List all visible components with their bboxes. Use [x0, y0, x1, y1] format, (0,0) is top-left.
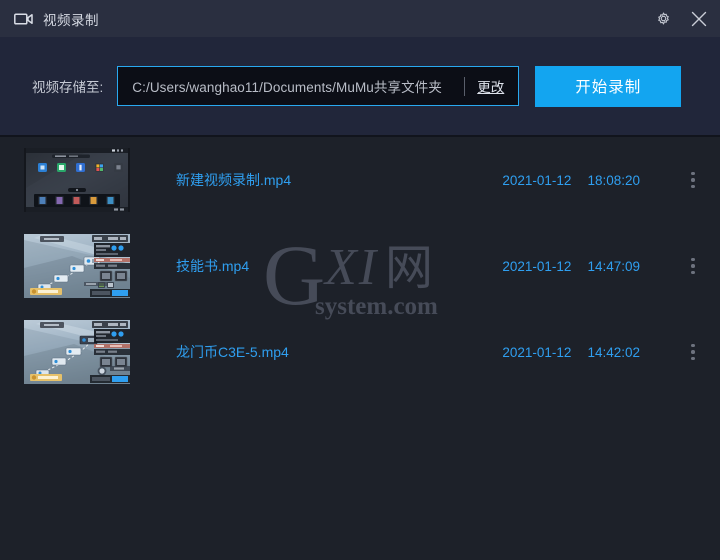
file-time: 14:47:09: [587, 258, 640, 274]
file-time: 14:42:02: [587, 344, 640, 360]
file-time: 18:08:20: [587, 172, 640, 188]
more-vertical-icon[interactable]: [678, 337, 708, 367]
change-path-link[interactable]: 更改: [477, 76, 518, 96]
file-meta-group: 2021-01-12 14:47:09: [502, 251, 720, 281]
table-row[interactable]: 新建视频录制.mp4 2021-01-12 18:08:20: [0, 137, 720, 223]
storage-path-input[interactable]: C:/Users/wanghao11/Documents/MuMu共享文件夹 更…: [117, 66, 520, 106]
video-camera-icon: [14, 12, 33, 26]
file-name-link[interactable]: 龙门币C3E-5.mp4: [176, 342, 289, 362]
more-vertical-icon[interactable]: [678, 251, 708, 281]
game-map-thumbnail[interactable]: [24, 320, 130, 384]
file-name-link[interactable]: 技能书.mp4: [176, 256, 249, 276]
file-date: 2021-01-12: [502, 258, 572, 274]
file-meta-group: 2021-01-12 14:42:02: [502, 337, 720, 367]
file-date: 2021-01-12: [502, 344, 572, 360]
file-name-link[interactable]: 新建视频录制.mp4: [176, 170, 291, 190]
table-row[interactable]: 龙门币C3E-5.mp4 2021-01-12 14:42:02: [0, 309, 720, 395]
file-meta-group: 2021-01-12 18:08:20: [502, 165, 720, 195]
gear-icon[interactable]: [652, 8, 674, 30]
more-vertical-icon[interactable]: [678, 165, 708, 195]
path-separator: [464, 76, 466, 96]
android-home-screen-thumbnail[interactable]: [24, 148, 130, 212]
title-bar-left-group: 视频录制: [14, 9, 99, 29]
storage-path-value[interactable]: C:/Users/wanghao11/Documents/MuMu共享文件夹: [132, 76, 462, 96]
window-title: 视频录制: [43, 12, 99, 28]
storage-path-label: 视频存储至:: [32, 80, 104, 95]
start-recording-button[interactable]: 开始录制: [535, 65, 682, 107]
storage-path-bar: 视频存储至: C:/Users/wanghao11/Documents/MuMu…: [0, 37, 720, 137]
title-bar-controls: [652, 8, 710, 30]
close-icon[interactable]: [688, 8, 710, 30]
file-date: 2021-01-12: [502, 172, 572, 188]
table-row[interactable]: 技能书.mp4 2021-01-12 14:47:09: [0, 223, 720, 309]
game-map-thumbnail[interactable]: [24, 234, 130, 298]
window-title-bar: 视频录制: [0, 0, 720, 37]
recording-file-list: 新建视频录制.mp4 2021-01-12 18:08:20 技能书.mp4 2…: [0, 137, 720, 395]
